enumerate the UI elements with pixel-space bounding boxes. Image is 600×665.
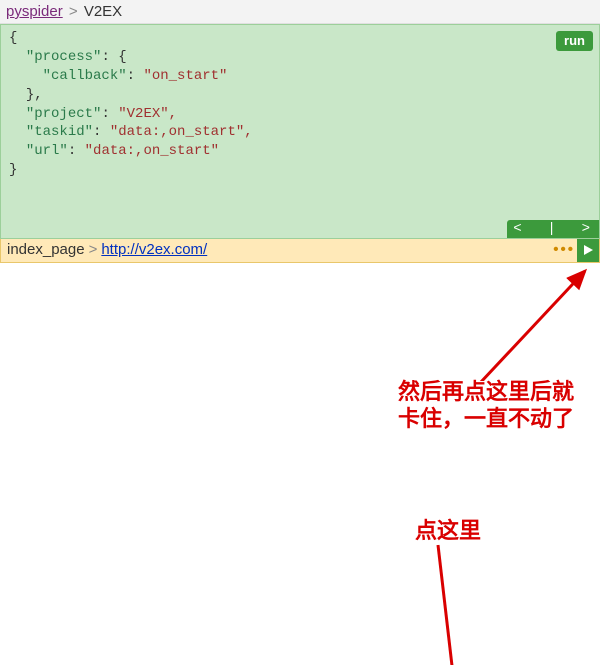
run-button[interactable]: run bbox=[556, 31, 593, 51]
json-string: "data:,on_start" bbox=[85, 143, 219, 159]
breadcrumb-sep: > bbox=[67, 3, 80, 20]
json-key: "taskid" bbox=[26, 124, 93, 140]
json-string: "V2EX", bbox=[118, 106, 177, 122]
annotation-arrow-bottom bbox=[0, 263, 600, 665]
play-icon bbox=[582, 244, 594, 256]
history-nav[interactable]: < | > bbox=[507, 220, 599, 238]
brace-close: }, bbox=[26, 87, 43, 103]
breadcrumb-project: V2EX bbox=[84, 3, 122, 20]
annotation-text-bottom: 点这里 bbox=[415, 517, 481, 545]
follow-url-link[interactable]: http://v2ex.com/ bbox=[101, 238, 207, 262]
task-json-panel: { "process": { "callback": "on_start" },… bbox=[0, 24, 600, 239]
json-key: "process" bbox=[26, 49, 102, 65]
brace-open: { bbox=[118, 49, 126, 65]
follow-row: index_page > http://v2ex.com/ ••• bbox=[0, 239, 600, 263]
row-sep: > bbox=[85, 238, 102, 262]
json-string: "on_start" bbox=[143, 68, 227, 84]
brace-close: } bbox=[9, 162, 17, 178]
brace-open: { bbox=[9, 30, 17, 46]
json-key: "url" bbox=[26, 143, 68, 159]
json-key: "callback" bbox=[43, 68, 127, 84]
more-icon[interactable]: ••• bbox=[553, 238, 577, 262]
play-button[interactable] bbox=[577, 238, 599, 262]
breadcrumb: pyspider > V2EX bbox=[0, 0, 600, 24]
preview-area: 然后再点这里后就 卡住，一直不动了 点这里 enable css selecto… bbox=[0, 263, 600, 665]
annotation-arrow-top bbox=[0, 263, 600, 665]
callback-name: index_page bbox=[1, 238, 85, 262]
json-key: "project" bbox=[26, 106, 102, 122]
annotation-text-top: 然后再点这里后就 卡住，一直不动了 bbox=[398, 378, 574, 433]
json-string: "data:,on_start", bbox=[110, 124, 253, 140]
breadcrumb-root-link[interactable]: pyspider bbox=[6, 3, 63, 20]
